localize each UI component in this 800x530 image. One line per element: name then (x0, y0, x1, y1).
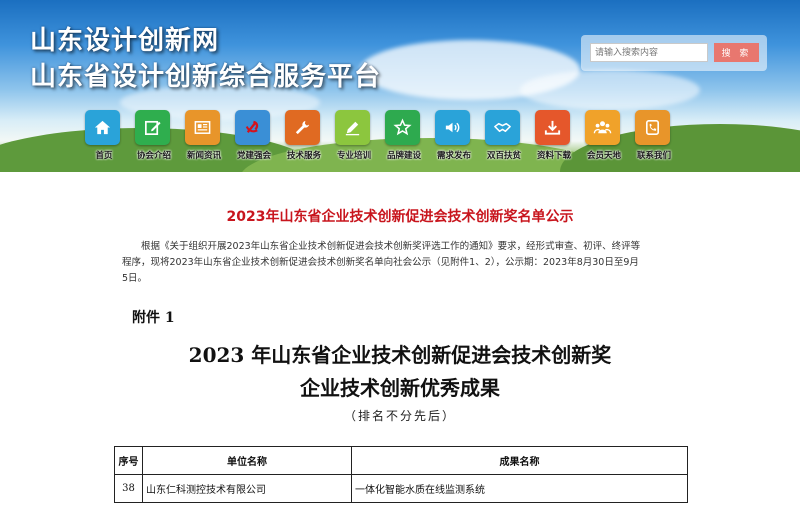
star-icon (385, 110, 420, 145)
nav-label: 联系我们 (636, 151, 671, 161)
download-icon (535, 110, 570, 145)
document-title-line2: 企业技术创新优秀成果 (300, 376, 500, 400)
newspaper-icon (185, 110, 220, 145)
article-title: 2023年山东省企业技术创新促进会技术创新奖名单公示 (226, 209, 574, 225)
search-input[interactable] (590, 43, 708, 62)
row-achievement: 一体化智能水质在线监测系统 (351, 474, 688, 503)
header-company: 单位名称 (142, 446, 352, 475)
header-index: 序号 (114, 446, 143, 475)
cloud-decoration (520, 70, 700, 110)
nav-item-contact[interactable]: 联系我们 (632, 110, 676, 161)
site-name: 山东设计创新网 (30, 26, 220, 56)
row-company: 山东仁科测控技术有限公司 (142, 474, 352, 503)
attachment-label: 附件 1 (132, 310, 175, 326)
members-icon (585, 110, 620, 145)
search-button[interactable]: 搜 索 (714, 43, 759, 62)
results-table: 序号 单位名称 成果名称 38 山东仁科测控技术有限公司 一体化智能水质在线监测… (114, 446, 688, 503)
phone-icon (635, 110, 670, 145)
row-index: 38 (114, 474, 143, 503)
header-achievement: 成果名称 (351, 446, 688, 475)
table-row: 38 山东仁科测控技术有限公司 一体化智能水质在线监测系统 (114, 474, 688, 503)
handshake-icon (485, 110, 520, 145)
speaker-icon (435, 110, 470, 145)
site-subtitle: 山东省设计创新综合服务平台 (30, 62, 382, 92)
party-emblem-icon (235, 110, 270, 145)
pencil-icon (335, 110, 370, 145)
edit-icon (135, 110, 170, 145)
home-icon (85, 110, 120, 145)
article-body: 根据《关于组织开展2023年山东省企业技术创新促进会技术创新奖评选工作的通知》要… (122, 241, 641, 284)
table-header-row: 序号 单位名称 成果名称 (114, 446, 688, 475)
wrench-icon (285, 110, 320, 145)
ranking-note: （排名不分先后） (343, 409, 456, 423)
document-title-line1: 2023 年山东省企业技术创新促进会技术创新奖 (188, 343, 612, 367)
